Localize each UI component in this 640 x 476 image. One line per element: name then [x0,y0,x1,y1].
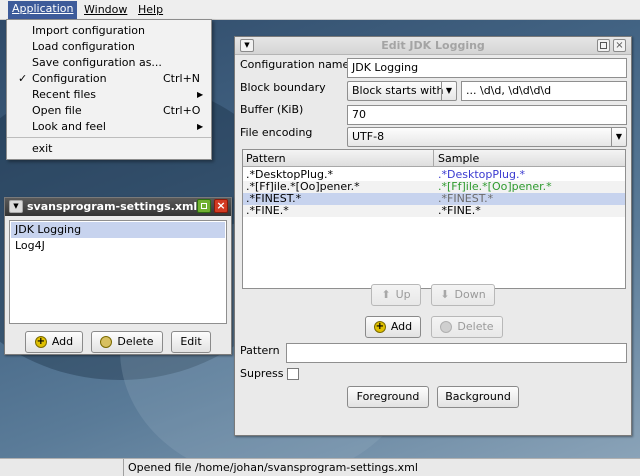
pattern-field[interactable] [286,343,627,363]
delete-config-button[interactable]: Delete [91,331,163,353]
menu-item-configuration[interactable]: ✓ Configuration Ctrl+N [7,71,211,87]
column-header-sample[interactable]: Sample [438,152,479,165]
encoding-select[interactable]: UTF-8 ▼ [347,127,627,147]
down-button[interactable]: ⬇ Down [431,284,495,306]
table-header: Pattern Sample [243,150,625,167]
configuration-list: JDK Logging Log4J [9,220,227,324]
buffer-field[interactable]: 70 [347,105,627,125]
menu-application[interactable]: Application [8,1,78,19]
edit-config-button[interactable]: Edit [171,331,211,353]
menu-item-load-configuration[interactable]: Load configuration [7,39,211,55]
background-button[interactable]: Background [437,386,519,408]
menubar: Application Window Help [0,0,640,20]
table-row[interactable]: .*FINEST.* .*FINEST.* [243,193,625,205]
edit-frame-title: Edit JDK Logging [381,39,485,52]
menu-window[interactable]: Window [80,3,131,19]
check-icon: ✓ [18,72,28,85]
pattern-table: Pattern Sample .*DesktopPlug.* .*DesktopP… [242,149,626,289]
supress-checkbox[interactable] [287,368,299,380]
edit-logging-frame: ▼ Edit JDK Logging × Configuration name … [234,36,632,436]
up-button[interactable]: ⬆ Up [371,284,421,306]
menu-item-recent-files[interactable]: Recent files ▶ [7,87,211,103]
maximize-icon[interactable] [197,199,211,213]
list-item[interactable]: JDK Logging [11,222,225,238]
config-name-field[interactable]: JDK Logging [347,58,627,78]
menu-item-save-configuration[interactable]: Save configuration as... [7,55,211,71]
pattern-label: Pattern [240,344,280,357]
arrow-down-icon: ⬇ [440,288,450,301]
pattern-cell: .*FINE.* [246,204,289,217]
submenu-arrow-icon: ▶ [197,90,204,99]
frame-menu-icon[interactable]: ▼ [9,200,23,213]
block-boundary-select[interactable]: Block starts with ▼ [347,81,457,101]
menu-item-look-and-feel[interactable]: Look and feel ▶ [7,119,211,135]
settings-frame-titlebar[interactable]: ▼ svansprogram-settings.xml × [5,198,231,216]
encoding-label: File encoding [240,126,313,139]
list-item[interactable]: Log4J [11,238,225,254]
add-icon: + [34,336,47,348]
close-icon[interactable]: × [214,199,228,213]
add-pattern-button[interactable]: + Add [365,316,421,338]
status-bar: Opened file /home/johan/svansprogram-set… [0,458,640,476]
maximize-icon[interactable] [597,39,610,52]
menu-item-open-file[interactable]: Open file Ctrl+O [7,103,211,119]
submenu-arrow-icon: ▶ [197,122,204,131]
table-row[interactable]: .*FINE.* .*FINE.* [243,205,625,217]
supress-label: Supress [240,367,284,380]
block-boundary-select-value: Block starts with [352,84,444,97]
delete-icon [100,336,113,348]
add-icon: + [373,321,386,333]
arrow-up-icon: ⬆ [381,288,391,301]
menu-help[interactable]: Help [134,3,167,19]
menu-separator [7,137,211,138]
menu-item-exit[interactable]: exit [7,141,211,157]
menu-item-import-configuration[interactable]: Import configuration [7,23,211,39]
sample-cell: .*FINE.* [438,204,481,217]
settings-frame: ▼ svansprogram-settings.xml × JDK Loggin… [4,197,232,355]
application-menu: Import configuration Load configuration … [6,19,212,160]
encoding-select-value: UTF-8 [352,130,385,143]
delete-icon [440,321,453,333]
close-icon[interactable]: × [613,39,626,52]
foreground-button[interactable]: Foreground [347,386,429,408]
delete-pattern-button[interactable]: Delete [431,316,503,338]
chevron-down-icon: ▼ [611,128,626,146]
chevron-down-icon: ▼ [441,82,456,100]
block-boundary-label: Block boundary [240,81,326,94]
status-text: Opened file /home/johan/svansprogram-set… [128,461,418,474]
column-header-pattern[interactable]: Pattern [246,152,286,165]
buffer-label: Buffer (KiB) [240,103,304,116]
add-config-button[interactable]: + Add [25,331,83,353]
block-boundary-field[interactable]: ... \d\d, \d\d\d\d [461,81,627,101]
status-segment [0,459,124,476]
settings-frame-title: svansprogram-settings.xml [27,200,198,213]
edit-frame-titlebar[interactable]: ▼ Edit JDK Logging × [235,37,631,55]
config-name-label: Configuration name [240,58,350,71]
